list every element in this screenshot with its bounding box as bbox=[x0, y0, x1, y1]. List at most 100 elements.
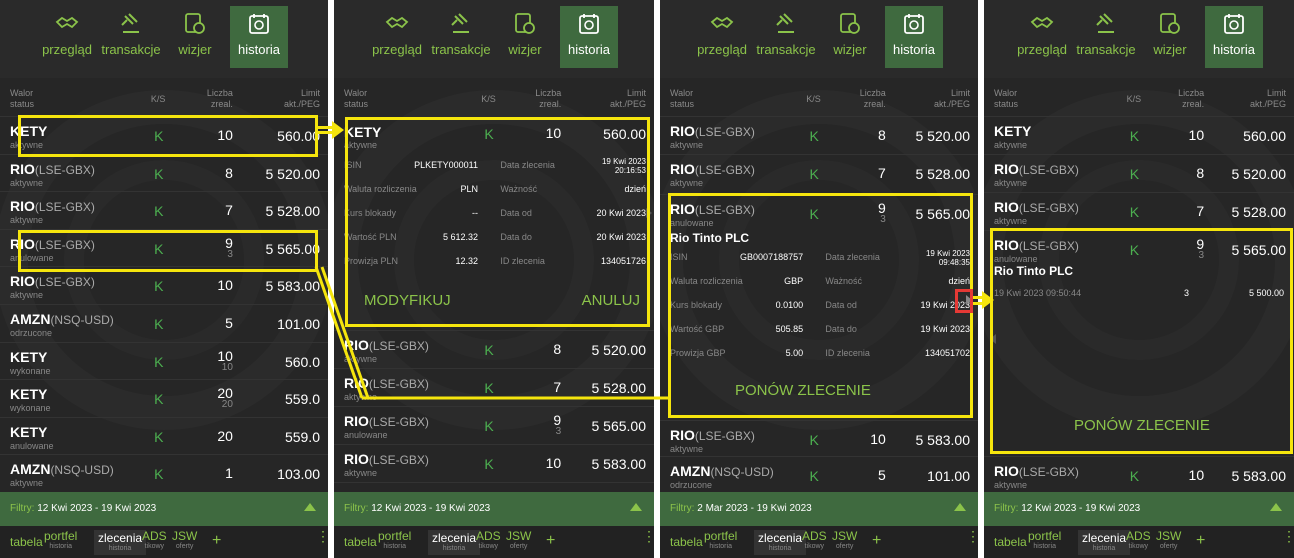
order-row[interactable]: AMZN(NSQ-USD) odrzucone K 5 101.00 bbox=[0, 304, 328, 344]
execution-row: 19 Kwi 2023 09:50:44 3 5 500.00 bbox=[984, 288, 1294, 310]
bottom-tab-portfel[interactable]: portfel historia bbox=[44, 530, 77, 551]
tab-przeglad[interactable]: przegląd bbox=[38, 6, 96, 68]
bottom-tab-zlecenia[interactable]: zlecenia historia bbox=[428, 530, 481, 555]
add-tab-button[interactable]: + bbox=[1196, 532, 1205, 550]
tab-historia[interactable]: historia bbox=[230, 6, 288, 68]
order-status: anulowane bbox=[10, 440, 54, 451]
more-menu-icon[interactable]: ⋮ bbox=[316, 529, 328, 543]
bottom-tab-portfel[interactable]: portfel historia bbox=[378, 530, 411, 551]
add-tab-button[interactable]: + bbox=[872, 532, 881, 550]
gavel-icon bbox=[774, 12, 798, 36]
order-row[interactable]: KETY wykonane K 10 10 560.0 bbox=[0, 341, 328, 382]
chevron-up-icon[interactable] bbox=[1270, 503, 1282, 511]
tab-transakcje[interactable]: transakcje bbox=[756, 6, 816, 68]
bottom-tab-jsw[interactable]: JSW oferty bbox=[832, 530, 857, 551]
bottom-tab-label: ADS bbox=[802, 529, 827, 543]
tab-historia[interactable]: historia bbox=[560, 6, 618, 68]
document-clock-icon bbox=[513, 12, 537, 36]
bottom-tab-tabela[interactable]: tabela bbox=[344, 536, 377, 548]
order-row[interactable]: KETY aktywne K 10 560.00 bbox=[0, 116, 328, 156]
chevron-up-icon[interactable] bbox=[630, 503, 642, 511]
quantity: 5 bbox=[856, 468, 886, 482]
repeat-order-button[interactable]: PONÓW ZLECENIE bbox=[735, 382, 871, 399]
tab-wizjer[interactable]: wizjer bbox=[166, 6, 224, 68]
tab-przeglad[interactable]: przegląd bbox=[693, 6, 751, 68]
more-menu-icon[interactable]: ⋮ bbox=[642, 529, 654, 543]
order-row[interactable]: RIO(LSE-GBX) aktywne K 10 5 583.00 bbox=[660, 420, 978, 460]
collapse-arrow-icon[interactable] bbox=[990, 334, 996, 344]
tab-przeglad[interactable]: przegląd bbox=[1013, 6, 1071, 68]
add-tab-button[interactable]: + bbox=[546, 532, 555, 550]
bottom-tab-zlecenia[interactable]: zlecenia historia bbox=[94, 530, 147, 555]
bottom-tab-ads[interactable]: ADS tikowy bbox=[142, 530, 167, 551]
filters-bar[interactable]: Filtry: 12 Kwi 2023 - 19 Kwi 2023 bbox=[984, 492, 1294, 526]
order-row[interactable]: KETY wykonane K 20 20 559.0 bbox=[0, 379, 328, 419]
bottom-tab-portfel[interactable]: portfel historia bbox=[704, 530, 737, 551]
bottom-tab-sublabel: historia bbox=[709, 543, 732, 550]
bottom-tab-zlecenia[interactable]: zlecenia historia bbox=[1078, 530, 1131, 555]
filters-bar[interactable]: Filtry: 2 Mar 2023 - 19 Kwi 2023 bbox=[660, 492, 978, 526]
market-code: (LSE-GBX) bbox=[34, 200, 95, 215]
detail-value: GB0007188757 bbox=[740, 252, 804, 262]
more-menu-icon[interactable]: ⋮ bbox=[1282, 529, 1294, 543]
order-row[interactable]: RIO(LSE-GBX) aktywne K 10 5 583.00 bbox=[334, 444, 654, 484]
order-row[interactable]: AMZN(NSQ-USD) odrzucone K 5 101.00 bbox=[660, 456, 978, 496]
order-row[interactable]: KETY anulowane K 20 559.0 bbox=[0, 416, 328, 457]
tab-wizjer[interactable]: wizjer bbox=[1141, 6, 1199, 68]
side-indicator: K bbox=[154, 466, 164, 483]
order-row[interactable]: RIO(LSE-GBX) aktywne K 10 5 583.00 bbox=[984, 456, 1294, 496]
chevron-up-icon[interactable] bbox=[954, 503, 966, 511]
filters-range: 12 Kwi 2023 - 19 Kwi 2023 bbox=[371, 503, 491, 514]
order-row[interactable]: AMZN(NSQ-USD) aktywne K 1 103.00 bbox=[0, 454, 328, 494]
order-row[interactable]: RIO(LSE-GBX) aktywne K 8 5 520.00 bbox=[660, 116, 978, 156]
chevron-up-icon[interactable] bbox=[304, 503, 316, 511]
order-row[interactable]: RIO(LSE-GBX)aktywne K 7 5 528.00 bbox=[0, 191, 328, 231]
order-row-expanded[interactable]: KETY aktywne K 10 560.00 bbox=[334, 118, 654, 158]
bottom-tab-jsw[interactable]: JSW oferty bbox=[1156, 530, 1181, 551]
ticker-symbol: KETY bbox=[10, 348, 48, 365]
tab-historia[interactable]: historia bbox=[1205, 6, 1263, 68]
order-row[interactable]: KETY aktywne K 10 560.00 bbox=[984, 116, 1294, 156]
header-walor-label: Walor bbox=[670, 88, 694, 98]
order-row[interactable]: RIO(LSE-GBX)aktywne K 7 5 528.00 bbox=[984, 192, 1294, 232]
order-row[interactable]: RIO(LSE-GBX) aktywne K 8 5 520.00 bbox=[984, 154, 1294, 194]
quantity-value: 7 bbox=[1196, 203, 1205, 219]
tab-transakcje[interactable]: transakcje bbox=[1076, 6, 1136, 68]
tab-przeglad[interactable]: przegląd bbox=[368, 6, 426, 68]
ticker: RIO(LSE-GBX) bbox=[344, 413, 429, 429]
detail-label: Ważność bbox=[500, 184, 538, 194]
filters-bar[interactable]: Filtry: 12 Kwi 2023 - 19 Kwi 2023 bbox=[0, 492, 328, 526]
repeat-order-button[interactable]: PONÓW ZLECENIE bbox=[1074, 417, 1210, 434]
expand-arrow-icon[interactable] bbox=[966, 295, 972, 305]
bottom-tab-tabela[interactable]: tabela bbox=[994, 536, 1027, 548]
bottom-tab-portfel[interactable]: portfel historia bbox=[1028, 530, 1061, 551]
bottom-tab-tabela[interactable]: tabela bbox=[670, 536, 703, 548]
order-time: 09:48:35 bbox=[938, 258, 970, 267]
order-row[interactable]: RIO(LSE-GBX) anulowane K 9 3 5 565.00 bbox=[660, 194, 978, 234]
bottom-tab-ads[interactable]: ADS tikowy bbox=[476, 530, 501, 551]
order-row[interactable]: RIO(LSE-GBX) aktywne K 8 5 520.00 bbox=[0, 153, 328, 194]
tab-wizjer[interactable]: wizjer bbox=[821, 6, 879, 68]
bottom-tab-ads[interactable]: ADS tikowy bbox=[1126, 530, 1151, 551]
tab-transakcje[interactable]: transakcje bbox=[431, 6, 491, 68]
order-row[interactable]: RIO(LSE-GBX) anulowane K 9 3 5 565.00 bbox=[0, 228, 328, 269]
bottom-tab-label: zlecenia bbox=[1082, 531, 1127, 545]
tab-transakcje[interactable]: transakcje bbox=[101, 6, 161, 68]
more-menu-icon[interactable]: ⋮ bbox=[966, 529, 978, 543]
bottom-tab-zlecenia[interactable]: zlecenia historia bbox=[754, 530, 807, 555]
order-row[interactable]: RIO(LSE-GBX)aktywne K 7 5 528.00 bbox=[660, 154, 978, 194]
expand-arrow-icon[interactable] bbox=[646, 208, 652, 218]
tab-historia[interactable]: historia bbox=[885, 6, 943, 68]
order-row[interactable]: RIO(LSE-GBX) aktywne K 10 5 583.00 bbox=[0, 266, 328, 306]
filters-bar[interactable]: Filtry: 12 Kwi 2023 - 19 Kwi 2023 bbox=[334, 492, 654, 526]
tab-wizjer[interactable]: wizjer bbox=[496, 6, 554, 68]
bottom-tab-tabela[interactable]: tabela bbox=[10, 536, 43, 548]
order-row[interactable]: RIO(LSE-GBX) anulowane K 9 3 5 565.00 bbox=[334, 406, 654, 446]
bottom-tab-jsw[interactable]: JSW oferty bbox=[506, 530, 531, 551]
ticker-symbol: KETY bbox=[994, 123, 1032, 139]
add-tab-button[interactable]: + bbox=[212, 532, 221, 550]
bottom-tab-ads[interactable]: ADS tikowy bbox=[802, 530, 827, 551]
quantity-realized: 3 bbox=[880, 214, 886, 225]
bottom-tab-jsw[interactable]: JSW oferty bbox=[172, 530, 197, 551]
bottom-tab-label: portfel bbox=[704, 529, 738, 543]
